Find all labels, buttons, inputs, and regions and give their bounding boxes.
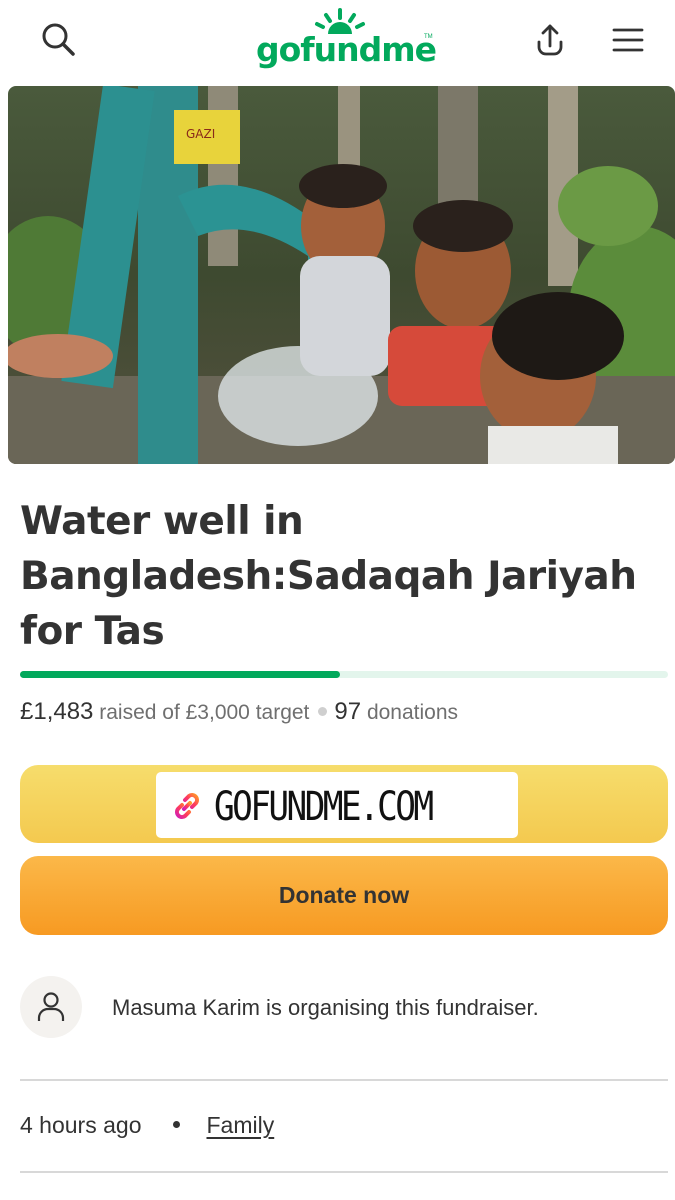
link-sticker-banner[interactable]: GOFUNDME.COM <box>20 765 668 843</box>
logo-text: gofundme <box>256 30 437 69</box>
funding-progress-bar <box>20 671 668 678</box>
donation-count: 97 <box>334 698 362 725</box>
donations-label: donations <box>366 701 459 724</box>
category-link[interactable]: Family <box>206 1112 274 1138</box>
divider <box>20 1079 668 1081</box>
campaign-hero-image[interactable]: GAZI <box>8 86 675 464</box>
avatar <box>20 976 82 1038</box>
campaign-title: Water well in Bangladesh:Sadaqah Jariyah… <box>20 499 637 654</box>
divider <box>20 1171 668 1173</box>
funding-stats: £1,483 raised of £3,000 target 97 donatio… <box>20 698 458 726</box>
campaign-meta: 4 hours ago Family <box>20 1112 274 1139</box>
organiser-text: Masuma Karim is organising this fundrais… <box>112 995 539 1020</box>
hamburger-menu-icon[interactable] <box>606 18 650 62</box>
link-icon <box>175 793 199 819</box>
user-icon <box>37 992 65 1021</box>
separator-bullet <box>173 1121 181 1129</box>
link-pill[interactable]: GOFUNDME.COM <box>156 772 518 838</box>
share-upload-icon[interactable] <box>528 18 572 62</box>
separator-dot <box>318 707 328 717</box>
raised-label: raised of £3,000 target <box>99 701 310 724</box>
search-icon[interactable] <box>36 18 80 62</box>
gofundme-logo[interactable]: gofundme TM <box>256 8 437 74</box>
link-text: GOFUNDME.COM <box>214 784 434 830</box>
funding-progress-fill <box>20 671 341 678</box>
pump-label: GAZI <box>186 127 215 141</box>
logo-trademark: TM <box>424 34 433 40</box>
top-header: gofundme TM <box>0 0 675 84</box>
organiser-row[interactable]: Masuma Karim is organising this fundrais… <box>20 976 668 1038</box>
raised-amount: £1,483 <box>20 698 94 725</box>
donate-now-button[interactable]: Donate now <box>20 856 668 935</box>
created-time: 4 hours ago <box>20 1112 142 1138</box>
